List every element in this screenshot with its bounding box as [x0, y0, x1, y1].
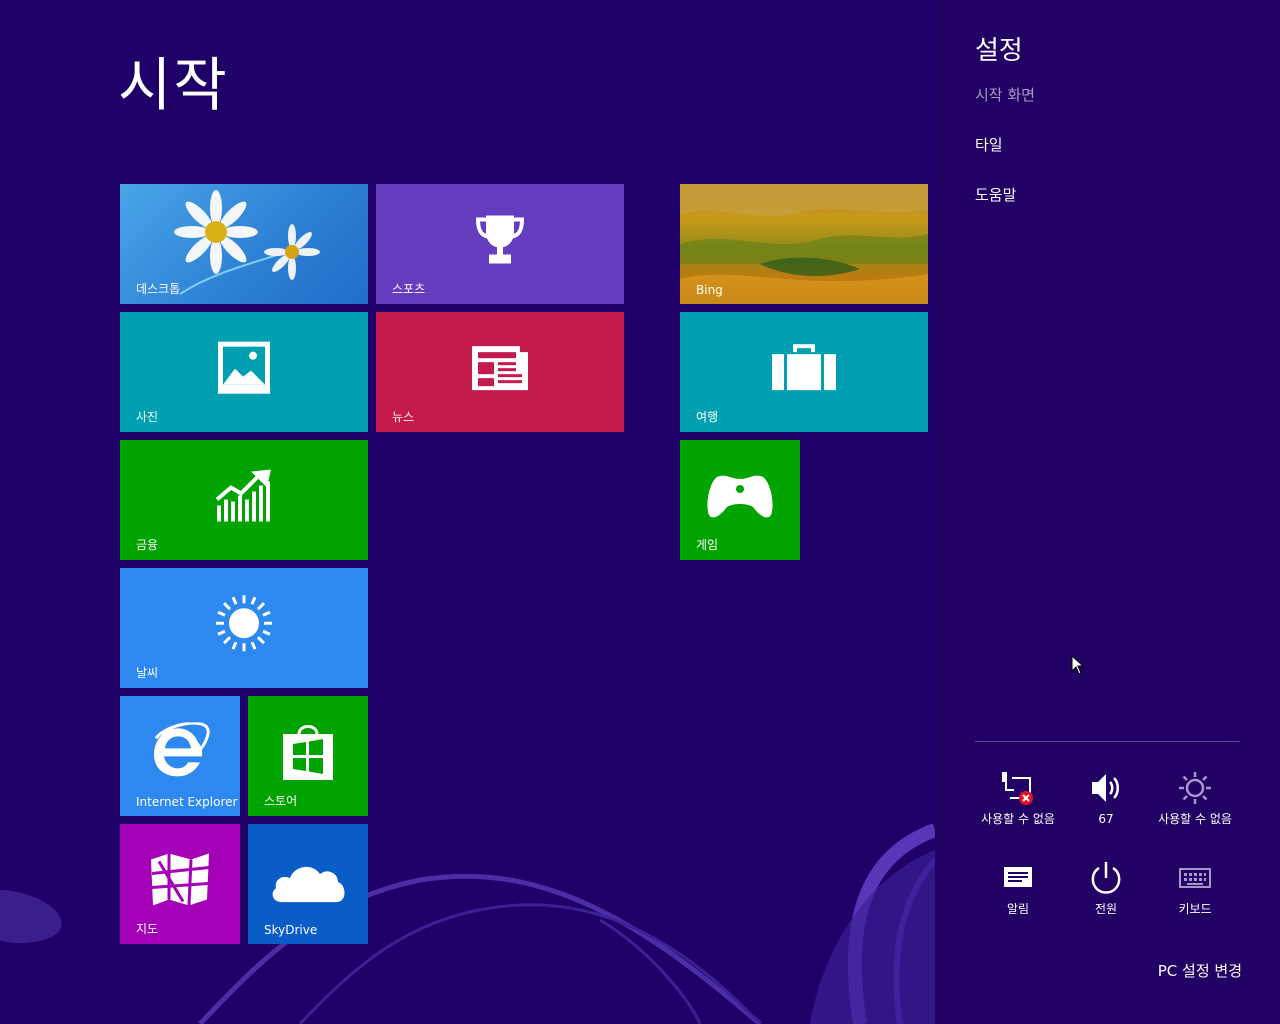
tile-weather-label: 날씨 [136, 666, 159, 680]
pc-settings-link[interactable]: PC 설정 변경 [1158, 960, 1242, 981]
settings-charm: 설정 시작 화면 타일 도움말 사용할 수 없음 67 사용할 수 없음 알림 … [935, 0, 1280, 1024]
suitcase-icon [772, 344, 836, 391]
tile-store-label: 스토어 [264, 794, 298, 808]
quick-brightness-button[interactable]: 사용할 수 없음 [1150, 770, 1240, 827]
cloud-icon [272, 866, 345, 903]
tile-news[interactable]: 뉴스 [376, 312, 624, 432]
start-title: 시작 [118, 51, 229, 119]
quick-volume-label: 67 [1098, 812, 1114, 826]
charm-subtitle: 시작 화면 [975, 86, 1035, 104]
trophy-icon [475, 215, 525, 264]
game-controller-icon [707, 475, 773, 518]
quick-power-label: 전원 [1094, 902, 1118, 916]
quick-keyboard-button[interactable]: 키보드 [1150, 860, 1240, 917]
volume-icon [1092, 774, 1119, 802]
tile-finance-label: 금융 [136, 538, 159, 552]
tile-skydrive[interactable]: SkyDrive [248, 824, 368, 944]
quick-brightness-label: 사용할 수 없음 [1158, 812, 1232, 826]
quick-keyboard-label: 키보드 [1178, 902, 1212, 916]
shopping-bag-icon [283, 725, 333, 781]
quick-notifications-button[interactable]: 알림 [973, 860, 1063, 917]
tile-maps-label: 지도 [136, 922, 159, 936]
map-icon [151, 853, 210, 906]
notifications-icon [1004, 867, 1032, 887]
brightness-icon [1179, 772, 1211, 804]
tile-photos[interactable]: 사진 [120, 312, 368, 432]
charm-link-tiles[interactable]: 타일 [975, 134, 1003, 155]
tile-weather[interactable]: 날씨 [120, 568, 368, 688]
sun-icon [216, 595, 272, 652]
tile-internet-explorer-label: Internet Explorer [136, 795, 238, 809]
newspaper-icon [472, 346, 528, 391]
mouse-cursor-icon [1071, 655, 1085, 675]
quick-network-label: 사용할 수 없음 [981, 812, 1055, 826]
tile-photos-label: 사진 [136, 410, 159, 424]
tile-news-label: 뉴스 [392, 410, 415, 424]
tile-store[interactable]: 스토어 [248, 696, 368, 816]
keyboard-icon [1179, 868, 1211, 888]
tile-travel[interactable]: 여행 [680, 312, 928, 432]
charm-divider [975, 741, 1240, 742]
tile-bing-label: Bing [696, 283, 723, 297]
tile-games[interactable]: 게임 [680, 440, 800, 560]
chart-icon [215, 469, 271, 522]
start-screen: 시작 데스크톱 스포츠 Bing 사진 뉴스 여행 금융 게임 날씨 Inter… [0, 0, 935, 1024]
tile-bing[interactable]: Bing [680, 184, 928, 304]
power-icon [1091, 862, 1121, 894]
tile-games-label: 게임 [696, 538, 719, 552]
quick-power-button[interactable]: 전원 [1061, 860, 1151, 917]
internet-explorer-icon [154, 722, 210, 777]
tile-sports-label: 스포츠 [392, 282, 426, 296]
tile-maps[interactable]: 지도 [120, 824, 240, 944]
tile-sports[interactable]: 스포츠 [376, 184, 624, 304]
tile-finance[interactable]: 금융 [120, 440, 368, 560]
charm-link-help[interactable]: 도움말 [975, 184, 1016, 205]
photo-icon [218, 341, 270, 394]
quick-notifications-label: 알림 [1006, 902, 1030, 916]
tile-desktop-label: 데스크톱 [136, 282, 181, 296]
tile-desktop[interactable]: 데스크톱 [120, 184, 368, 304]
quick-network-button[interactable]: 사용할 수 없음 [973, 770, 1063, 827]
charm-title: 설정 [975, 36, 1023, 66]
network-unavailable-icon [1002, 772, 1033, 805]
tile-internet-explorer[interactable]: Internet Explorer [120, 696, 240, 816]
tile-travel-label: 여행 [696, 410, 719, 424]
tile-skydrive-label: SkyDrive [264, 923, 318, 937]
quick-volume-button[interactable]: 67 [1061, 770, 1151, 827]
